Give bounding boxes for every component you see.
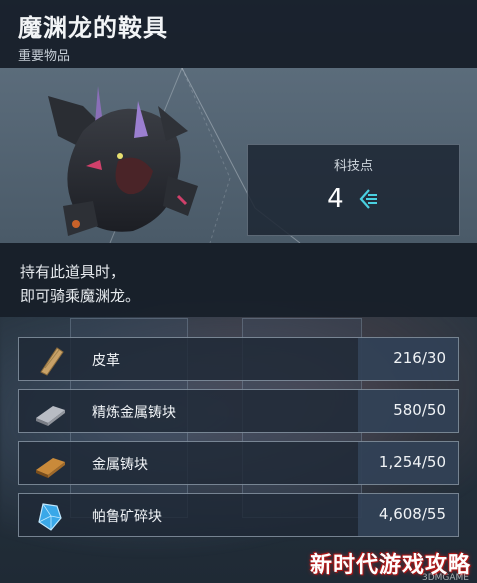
material-row-leather: 皮革 216/30 [18,337,459,381]
refined-ingot-icon [36,406,65,426]
item-header: 魔渊龙的鞍具 重要物品 [0,0,477,68]
material-count: 580/50 [393,401,446,419]
material-name: 精炼金属铸块 [92,405,176,421]
tech-point-icon [359,188,377,209]
item-category: 重要物品 [18,49,71,64]
item-description: 持有此道具时， 即可骑乘魔渊龙。 [0,243,477,317]
material-row-pal-crystal: 帕鲁矿碎块 4,608/55 [18,493,459,537]
material-row-refined-ingot: 精炼金属铸块 580/50 [18,389,459,433]
material-count: 216/30 [393,349,446,367]
material-row-ingot: 金属铸块 1,254/50 [18,441,459,485]
material-count: 4,608/55 [378,505,446,523]
leather-icon [40,347,64,376]
description-line-2: 即可骑乘魔渊龙。 [20,287,141,305]
material-count: 1,254/50 [378,453,446,471]
material-name: 金属铸块 [92,457,148,473]
dragon-saddle-image [48,86,198,236]
tech-point-value-row: 4 [248,183,459,214]
item-preview: 科技点 4 [0,68,477,243]
tech-point-panel: 科技点 4 [247,144,460,236]
ingot-icon [36,458,65,478]
watermark-small: 3DMGAME [421,573,469,583]
item-title: 魔渊龙的鞍具 [18,14,168,42]
tech-point-label: 科技点 [333,159,373,174]
material-name: 帕鲁矿碎块 [92,509,162,525]
tech-point-value: 4 [327,183,344,214]
pal-crystal-icon [38,503,62,531]
material-name: 皮革 [92,353,120,369]
description-line-1: 持有此道具时， [20,263,126,281]
